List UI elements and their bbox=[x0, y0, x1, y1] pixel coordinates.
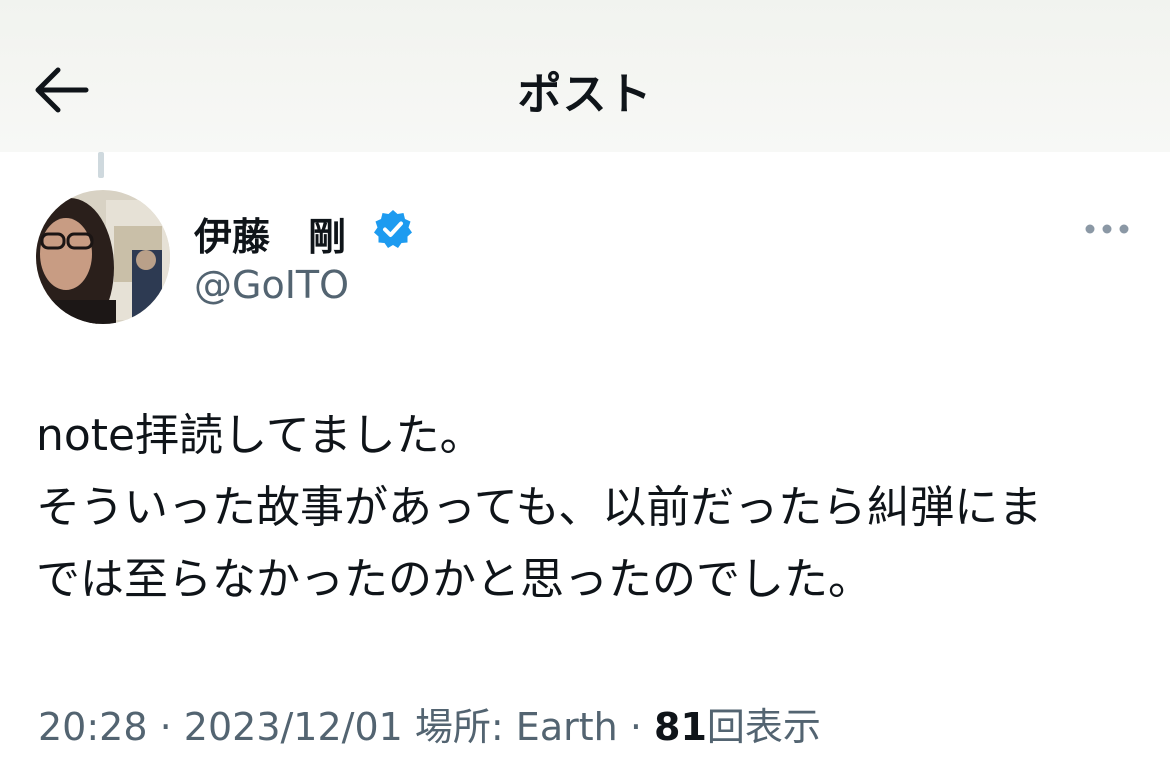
more-horizontal-icon bbox=[1085, 224, 1129, 234]
page-title: ポスト bbox=[517, 69, 653, 120]
views-count[interactable]: 81 bbox=[654, 705, 707, 749]
post-text-line: note拝読してました。 bbox=[36, 410, 484, 461]
top-bar: ポスト bbox=[0, 0, 1170, 152]
author-display-name[interactable]: 伊藤 剛 bbox=[194, 206, 346, 261]
post-date[interactable]: 2023/12/01 bbox=[184, 705, 403, 749]
views-label: 回表示 bbox=[706, 705, 821, 749]
post-time[interactable]: 20:28 bbox=[38, 705, 148, 749]
author-handle[interactable]: @GoITO bbox=[194, 263, 349, 307]
more-options-button[interactable] bbox=[1082, 214, 1132, 244]
thread-connector-line bbox=[98, 152, 104, 178]
post-text: note拝読してました。 そういった故事があっても、以前だったら糾弾にま では至… bbox=[36, 400, 1146, 616]
avatar-image bbox=[36, 190, 170, 324]
post-meta: 20:28 · 2023/12/01 場所: Earth · 81回表示 bbox=[38, 696, 821, 751]
verified-badge-icon bbox=[374, 210, 412, 248]
post-text-line: そういった故事があっても、以前だったら糾弾にま bbox=[36, 482, 1043, 533]
post-location: 場所: Earth bbox=[414, 705, 618, 749]
avatar[interactable] bbox=[36, 190, 170, 324]
post-detail-page: ポスト 伊藤 剛 @GoITO note拝読してました。 そういった故事があって… bbox=[0, 0, 1170, 778]
meta-separator: · bbox=[629, 705, 642, 749]
post-text-line: では至らなかったのかと思ったのでした。 bbox=[36, 554, 872, 605]
meta-separator: · bbox=[159, 705, 172, 749]
